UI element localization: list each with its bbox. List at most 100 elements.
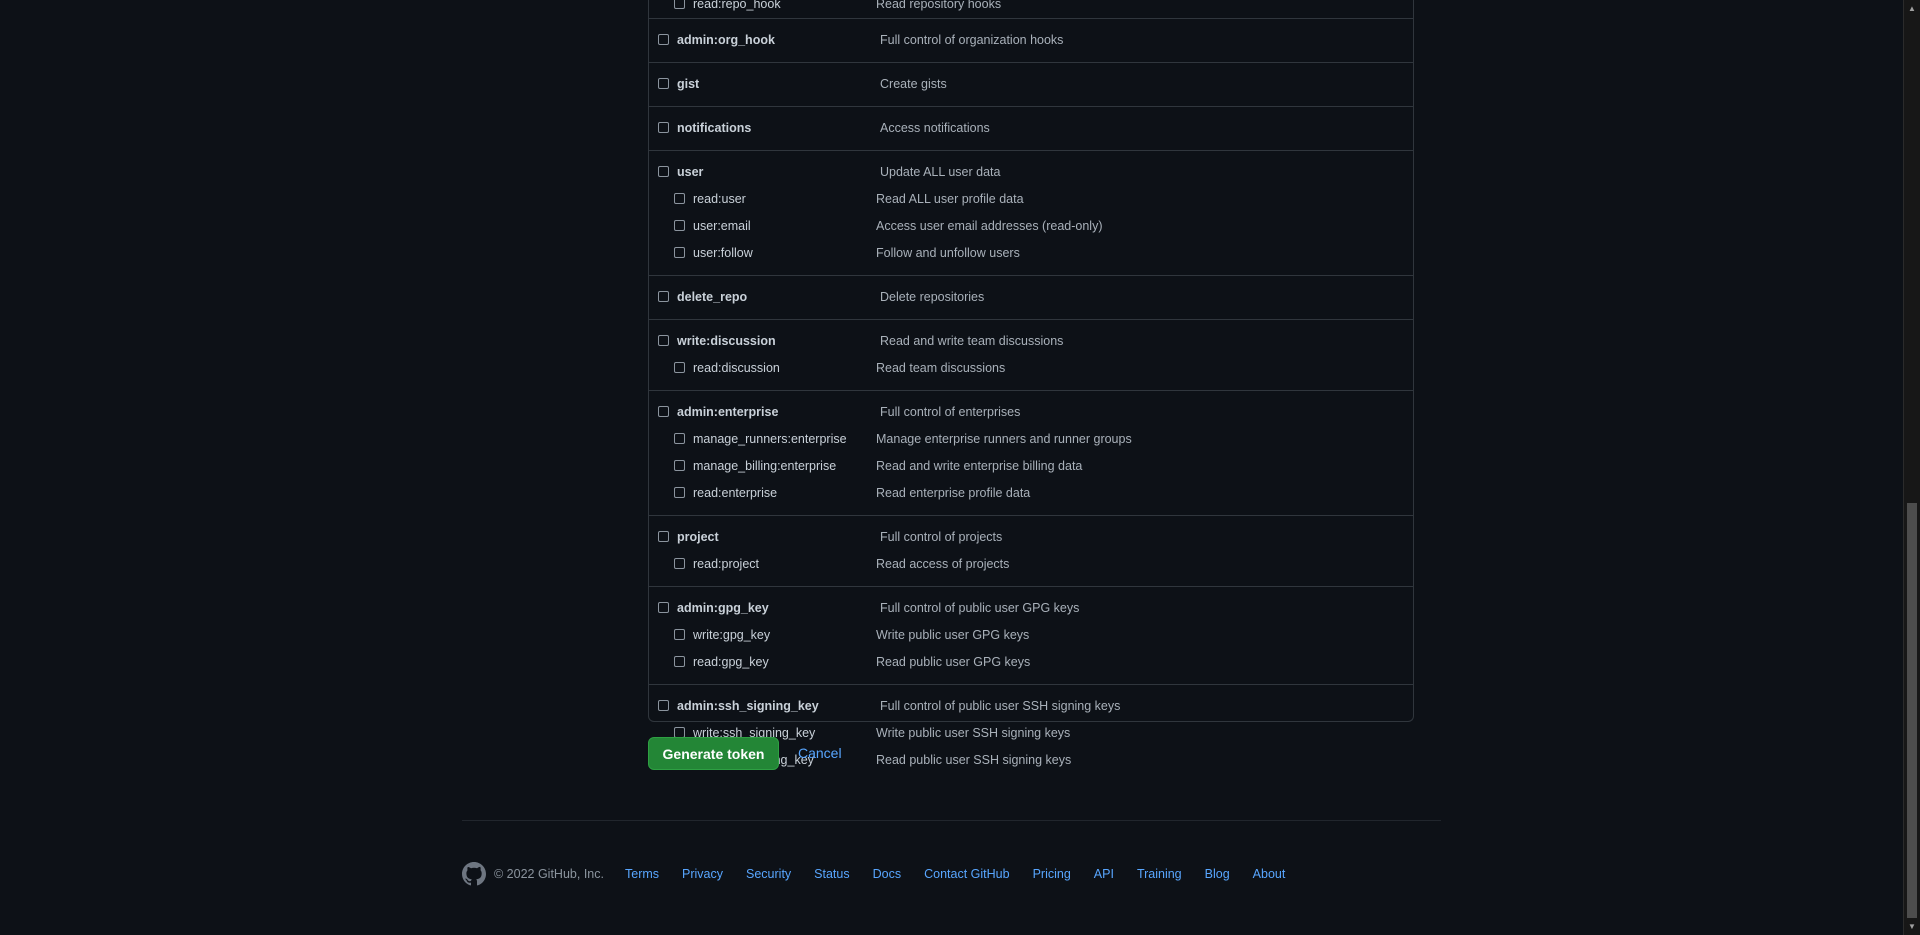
scope-name: delete_repo: [677, 290, 748, 304]
scope-name: notifications: [677, 121, 752, 135]
footer-link-api[interactable]: API: [1094, 867, 1114, 881]
footer-link-terms[interactable]: Terms: [625, 867, 659, 881]
scope-checkbox[interactable]: [674, 629, 685, 640]
scope-checkbox[interactable]: [658, 122, 669, 133]
scope-checkbox[interactable]: [674, 362, 685, 373]
scope-description: Read public user SSH signing keys: [876, 753, 1072, 767]
page-viewport: read:repo_hook Read repository hooks adm…: [0, 0, 1903, 935]
scope-checkbox[interactable]: [674, 656, 685, 667]
scope-name: admin:org_hook: [677, 33, 775, 47]
footer-link-privacy[interactable]: Privacy: [682, 867, 723, 881]
scope-description: Read repository hooks: [876, 0, 1002, 11]
scope-checkbox[interactable]: [658, 602, 669, 613]
generate-token-button[interactable]: Generate token: [648, 737, 779, 770]
scope-name: read:enterprise: [693, 486, 778, 500]
github-mark-icon[interactable]: [462, 862, 486, 886]
footer-link-training[interactable]: Training: [1137, 867, 1182, 881]
sub-scope-row: user:email Access user email addresses (r…: [649, 213, 1413, 240]
scope-row: admin:enterprise Full control of enterpri…: [649, 399, 1413, 426]
scope-name: read:project: [693, 557, 760, 571]
scope-description: Manage enterprise runners and runner gro…: [876, 432, 1132, 446]
scope-name: project: [677, 530, 719, 544]
scope-checkbox[interactable]: [674, 193, 685, 204]
sub-scope-row: user:follow Follow and unfollow users: [649, 240, 1413, 267]
scope-checkbox[interactable]: [658, 291, 669, 302]
scrollbar-thumb[interactable]: [1907, 503, 1917, 918]
scope-checkbox[interactable]: [674, 247, 685, 258]
footer-link-docs[interactable]: Docs: [873, 867, 901, 881]
scope-description: Write public user GPG keys: [876, 628, 1030, 642]
scope-checkbox[interactable]: [674, 433, 685, 444]
sub-scope-row: read:discussion Read team discussions: [649, 355, 1413, 382]
scroll-up-arrow-icon[interactable]: ▲: [1904, 0, 1920, 17]
scope-description: Write public user SSH signing keys: [876, 726, 1071, 740]
scope-row: read:repo_hook Read repository hooks: [649, 0, 1413, 18]
scope-group: admin:gpg_key Full control of public user…: [649, 586, 1413, 684]
scope-description: Update ALL user data: [880, 165, 1001, 179]
scope-name: admin:enterprise: [677, 405, 779, 419]
scroll-down-arrow-icon[interactable]: ▼: [1904, 918, 1920, 935]
footer-link-contact-github[interactable]: Contact GitHub: [924, 867, 1009, 881]
scope-name: manage_runners:enterprise: [693, 432, 847, 446]
scope-name: user: [677, 165, 704, 179]
scope-name: admin:ssh_signing_key: [677, 699, 819, 713]
scope-checkbox[interactable]: [658, 531, 669, 542]
scope-row: project Full control of projects: [649, 524, 1413, 551]
scope-checkbox[interactable]: [674, 0, 685, 9]
scope-name: read:discussion: [693, 361, 780, 375]
sub-scope-row: write:gpg_key Write public user GPG keys: [649, 622, 1413, 649]
vertical-scrollbar[interactable]: ▲ ▼: [1903, 0, 1920, 935]
scope-checkbox[interactable]: [658, 700, 669, 711]
scope-checkbox[interactable]: [658, 166, 669, 177]
scope-group: gist Create gists: [649, 62, 1413, 106]
scope-description: Read public user GPG keys: [876, 655, 1031, 669]
sub-scope-row: read:user Read ALL user profile data: [649, 186, 1413, 213]
scope-name: admin:gpg_key: [677, 601, 769, 615]
footer-link-pricing[interactable]: Pricing: [1033, 867, 1071, 881]
scope-name: read:repo_hook: [693, 0, 781, 11]
scope-name: read:gpg_key: [693, 655, 769, 669]
scope-row: notifications Access notifications: [649, 115, 1413, 142]
scope-row: admin:ssh_signing_key Full control of pub…: [649, 693, 1413, 720]
footer-link-status[interactable]: Status: [814, 867, 849, 881]
scope-name: user:email: [693, 219, 751, 233]
sub-scope-row: manage_runners:enterprise Manage enterpri…: [649, 426, 1413, 453]
scope-name: write:gpg_key: [693, 628, 771, 642]
scope-group: admin:org_hook Full control of organizati…: [649, 18, 1413, 62]
scope-row: gist Create gists: [649, 71, 1413, 98]
scope-checkbox[interactable]: [674, 460, 685, 471]
scope-group: user Update ALL user data read:user Read AL…: [649, 150, 1413, 275]
scope-checkbox[interactable]: [674, 558, 685, 569]
scope-row: admin:org_hook Full control of organizati…: [649, 27, 1413, 54]
scope-row: admin:gpg_key Full control of public user…: [649, 595, 1413, 622]
scope-checkbox[interactable]: [658, 406, 669, 417]
scope-description: Read access of projects: [876, 557, 1010, 571]
scope-checkbox[interactable]: [658, 78, 669, 89]
scope-checkbox[interactable]: [658, 335, 669, 346]
scope-description: Access notifications: [880, 121, 990, 135]
footer-link-blog[interactable]: Blog: [1205, 867, 1230, 881]
scope-group: delete_repo Delete repositories: [649, 275, 1413, 319]
sub-scope-row: read:project Read access of projects: [649, 551, 1413, 578]
footer: © 2022 GitHub, Inc. Terms Privacy Security…: [462, 862, 1441, 888]
sub-scope-row: read:enterprise Read enterprise profile d…: [649, 480, 1413, 507]
scope-description: Full control of projects: [880, 530, 1003, 544]
scope-description: Read ALL user profile data: [876, 192, 1024, 206]
scope-checkbox[interactable]: [674, 220, 685, 231]
scope-group: admin:enterprise Full control of enterpri…: [649, 390, 1413, 515]
scope-checkbox[interactable]: [674, 487, 685, 498]
scope-name: gist: [677, 77, 700, 91]
cancel-link[interactable]: Cancel: [798, 737, 842, 770]
scope-checkbox[interactable]: [658, 34, 669, 45]
scope-description: Full control of public user SSH signing …: [880, 699, 1121, 713]
scope-description: Create gists: [880, 77, 947, 91]
footer-link-about[interactable]: About: [1253, 867, 1286, 881]
scope-group-partial: read:repo_hook Read repository hooks: [649, 0, 1413, 18]
scope-description: Delete repositories: [880, 290, 985, 304]
scope-description: Access user email addresses (read-only): [876, 219, 1103, 233]
scope-description: Full control of organization hooks: [880, 33, 1064, 47]
footer-link-security[interactable]: Security: [746, 867, 791, 881]
scope-description: Read and write enterprise billing data: [876, 459, 1083, 473]
scope-name: write:discussion: [677, 334, 776, 348]
scope-description: Read enterprise profile data: [876, 486, 1031, 500]
